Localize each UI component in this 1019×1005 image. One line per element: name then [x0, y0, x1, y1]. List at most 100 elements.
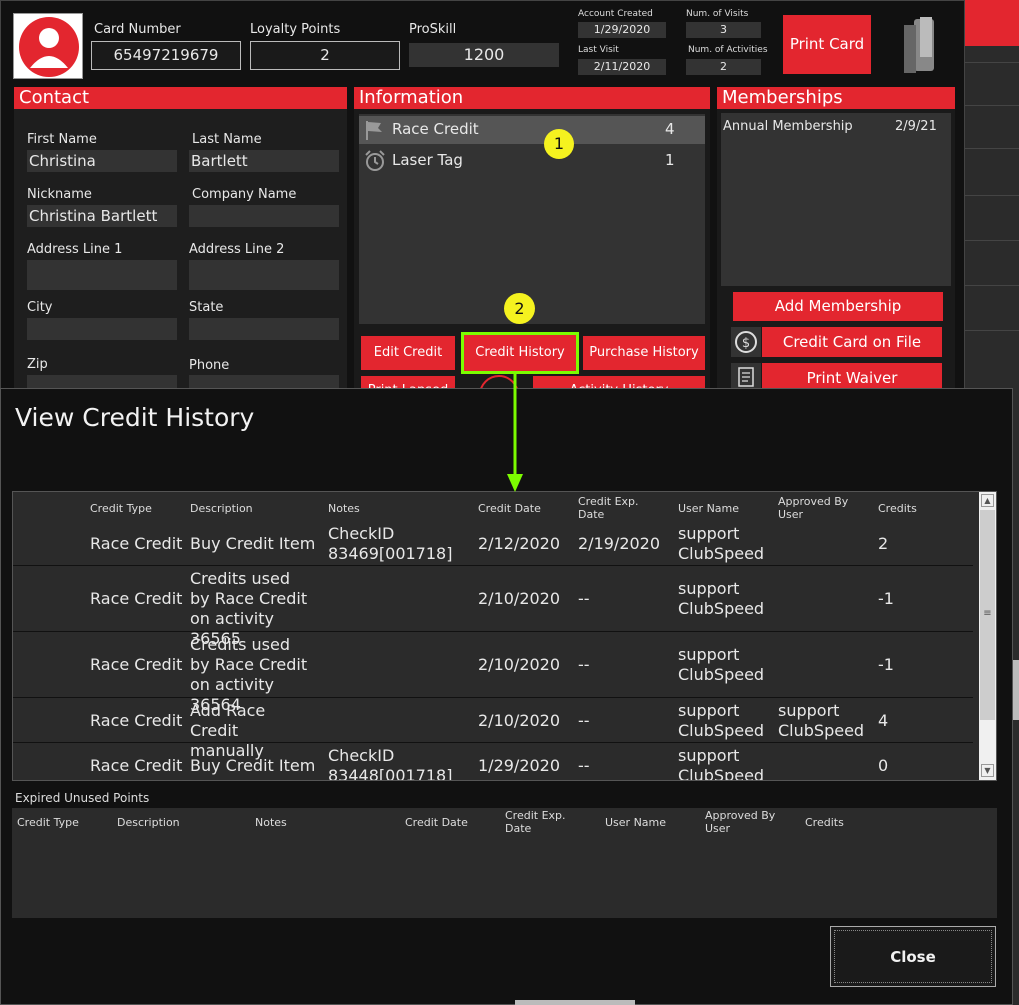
credit-card-on-file-button[interactable]: Credit Card on File [762, 327, 942, 357]
list-item-count: 1 [665, 151, 675, 169]
background-divider [965, 62, 1019, 63]
address-line-1-label: Address Line 1 [27, 242, 123, 257]
city-field[interactable] [27, 318, 177, 340]
callout-badge: 1 [544, 129, 574, 159]
account-created-value: 1/29/2020 [578, 22, 666, 38]
column-header[interactable]: Approved By User [778, 495, 856, 521]
close-button[interactable]: Close [830, 926, 996, 987]
first-name-label: First Name [27, 132, 97, 147]
list-item[interactable]: Annual Membership 2/9/21 [723, 117, 949, 139]
cell-credit-type: Race Credit [90, 534, 183, 553]
purchase-history-button[interactable]: Purchase History [583, 336, 705, 370]
loyalty-points-label: Loyalty Points [250, 22, 341, 37]
address-line-2-field[interactable] [189, 260, 339, 290]
list-item[interactable]: Race Credit 4 [359, 116, 705, 144]
vertical-scrollbar[interactable]: ▲ ≡ ▼ [979, 492, 996, 780]
table-row[interactable]: Race Credit Buy Credit Item CheckID 8346… [13, 522, 973, 566]
background-divider [965, 105, 1019, 106]
column-header[interactable]: Approved By User [705, 809, 783, 835]
last-name-field[interactable]: Bartlett [189, 150, 339, 172]
column-header[interactable]: Credits [878, 502, 917, 515]
column-header[interactable]: Credit Type [17, 816, 79, 829]
column-header[interactable]: Credit Date [405, 816, 468, 829]
zip-label: Zip [27, 357, 48, 372]
cell-user-name: support ClubSpeed [678, 579, 765, 618]
cell-credit-date: 2/10/2020 [478, 711, 561, 730]
flag-icon [366, 121, 382, 140]
table-row[interactable]: Race Credit Credits used by Race Credit … [13, 633, 973, 714]
card-number-label: Card Number [94, 22, 181, 37]
print-waiver-button[interactable]: Print Waiver [762, 363, 942, 391]
state-field[interactable] [189, 318, 339, 340]
column-header[interactable]: Credit Date [478, 502, 541, 515]
cell-user-name: support ClubSpeed [678, 701, 765, 740]
card-number-field[interactable]: 65497219679 [91, 41, 241, 70]
cell-credit-date: 2/10/2020 [478, 589, 561, 608]
company-name-field[interactable] [189, 205, 339, 227]
cell-credit-date: 2/12/2020 [478, 534, 561, 553]
cell-exp-date: -- [578, 589, 590, 608]
column-header[interactable]: Credit Exp. Date [505, 809, 573, 835]
avatar [13, 13, 83, 79]
background-divider [965, 240, 1019, 241]
table-row[interactable]: Race Credit Buy Credit Item CheckID 8344… [13, 744, 973, 781]
column-header[interactable]: User Name [678, 502, 739, 515]
column-header[interactable]: Description [117, 816, 180, 829]
cell-credit-type: Race Credit [90, 655, 183, 674]
scroll-down-icon[interactable]: ▼ [981, 764, 994, 777]
first-name-field[interactable]: Christina [27, 150, 177, 172]
phone-label: Phone [189, 358, 230, 373]
cell-credit-date: 2/10/2020 [478, 655, 561, 674]
cell-exp-date: 2/19/2020 [578, 534, 661, 553]
cell-credit-type: Race Credit [90, 711, 183, 730]
user-avatar-icon [19, 17, 79, 77]
table-row[interactable]: Race Credit Credits used by Race Credit … [13, 567, 973, 648]
last-name-label: Last Name [192, 132, 262, 147]
num-visits-value: 3 [686, 22, 761, 38]
column-header[interactable]: Credit Type [90, 502, 152, 515]
loyalty-points-field[interactable]: 2 [250, 41, 400, 70]
background-divider [965, 285, 1019, 286]
city-label: City [27, 300, 53, 315]
nickname-field[interactable]: Christina Bartlett [27, 205, 177, 227]
contact-header: Contact [14, 87, 347, 109]
credit-card-icon-box[interactable]: $ [731, 327, 761, 357]
column-header[interactable]: Notes [328, 502, 360, 515]
credit-history-button[interactable]: Credit History [461, 332, 579, 374]
column-header[interactable]: Credits [805, 816, 844, 829]
edit-credit-button[interactable]: Edit Credit [361, 336, 455, 370]
nickname-label: Nickname [27, 187, 92, 202]
cell-user-name: support ClubSpeed [678, 746, 765, 781]
expired-points-label: Expired Unused Points [15, 791, 150, 805]
cell-credits: 0 [878, 756, 889, 775]
column-header[interactable]: Credit Exp. Date [578, 495, 646, 521]
scroll-up-icon[interactable]: ▲ [981, 494, 994, 507]
cell-credits: -1 [878, 589, 894, 608]
last-visit-label: Last Visit [578, 45, 619, 55]
customer-window: Card Number 65497219679 Loyalty Points 2… [0, 0, 965, 415]
cell-exp-date: -- [578, 711, 590, 730]
background-divider [965, 148, 1019, 149]
column-header[interactable]: User Name [605, 816, 666, 829]
address-line-1-field[interactable] [27, 260, 177, 290]
cell-notes: CheckID 83469[001718] [328, 524, 453, 563]
credit-history-grid: Credit Type Description Notes Credit Dat… [12, 491, 997, 781]
card-reader-icon[interactable] [898, 15, 942, 75]
cell-credits: 4 [878, 711, 889, 730]
add-membership-button[interactable]: Add Membership [733, 292, 943, 321]
proskill-field[interactable]: 1200 [409, 43, 559, 67]
column-header[interactable]: Notes [255, 816, 287, 829]
print-card-button[interactable]: Print Card [783, 15, 871, 74]
cell-exp-date: -- [578, 756, 590, 775]
cell-credits: -1 [878, 655, 894, 674]
table-row[interactable]: Race Credit Add Race Credit manually 2/1… [13, 699, 973, 760]
alarm-clock-icon [365, 150, 385, 171]
expired-points-grid: Credit Type Description Notes Credit Dat… [12, 808, 997, 918]
list-item-name: Race Credit [392, 120, 479, 138]
memberships-header: Memberships [717, 87, 955, 109]
column-header[interactable]: Description [190, 502, 253, 515]
list-item[interactable]: Laser Tag 1 [359, 147, 705, 175]
scrollbar-thumb[interactable]: ≡ [980, 510, 995, 720]
callout-badge: 2 [504, 293, 535, 324]
waiver-icon-box[interactable] [731, 363, 761, 391]
